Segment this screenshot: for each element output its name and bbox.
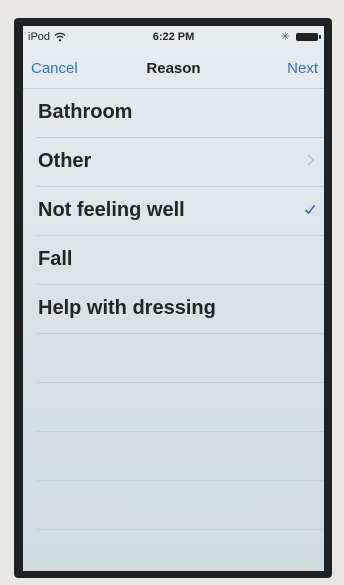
reason-row-bathroom[interactable]: Bathroom [37,89,324,138]
status-bar: iPod 6:22 PM ✳ [23,26,324,48]
reason-row-not-feeling-well[interactable]: Not feeling well [37,187,324,236]
reason-label: Help with dressing [38,297,216,319]
battery-icon [296,33,321,41]
reason-row-help-with-dressing[interactable]: Help with dressing [37,285,324,334]
reason-label: Other [38,150,92,172]
empty-row [37,383,324,432]
reason-label: Not feeling well [38,199,185,221]
navigation-bar: Cancel Reason Next [23,48,324,89]
empty-row [37,481,324,530]
reason-label: Fall [38,248,73,270]
empty-row [37,334,324,383]
empty-row [37,432,324,481]
reason-row-fall[interactable]: Fall [37,236,324,285]
next-button[interactable]: Next [287,60,318,77]
reason-row-other[interactable]: Other [37,138,324,187]
phone-screen: iPod 6:22 PM ✳ Cancel Reason Next Bathro… [23,26,324,571]
status-right: ✳ [280,31,321,43]
cancel-button[interactable]: Cancel [31,60,78,77]
checkmark-icon [304,204,316,215]
chevron-right-icon [307,154,315,166]
bluetooth-icon: ✳ [280,31,290,43]
status-time: 6:22 PM [152,31,195,43]
reason-list: Bathroom Other Not feeling well Fall Hel… [23,89,324,530]
reason-label: Bathroom [38,101,133,123]
